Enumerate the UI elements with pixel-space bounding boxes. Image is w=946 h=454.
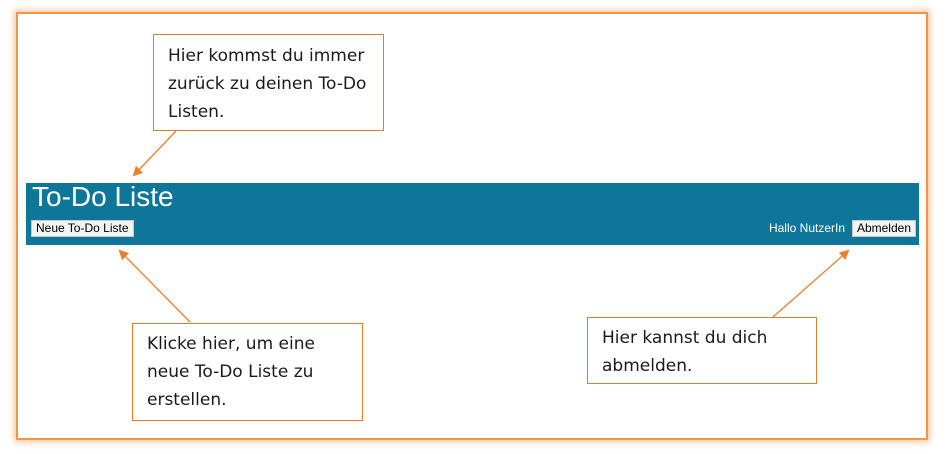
callout-arrows: [118, 130, 850, 323]
arrow-to-title: [132, 130, 177, 177]
arrow-to-new-list-button: [118, 249, 191, 323]
arrow-to-logout-button: [772, 249, 850, 318]
